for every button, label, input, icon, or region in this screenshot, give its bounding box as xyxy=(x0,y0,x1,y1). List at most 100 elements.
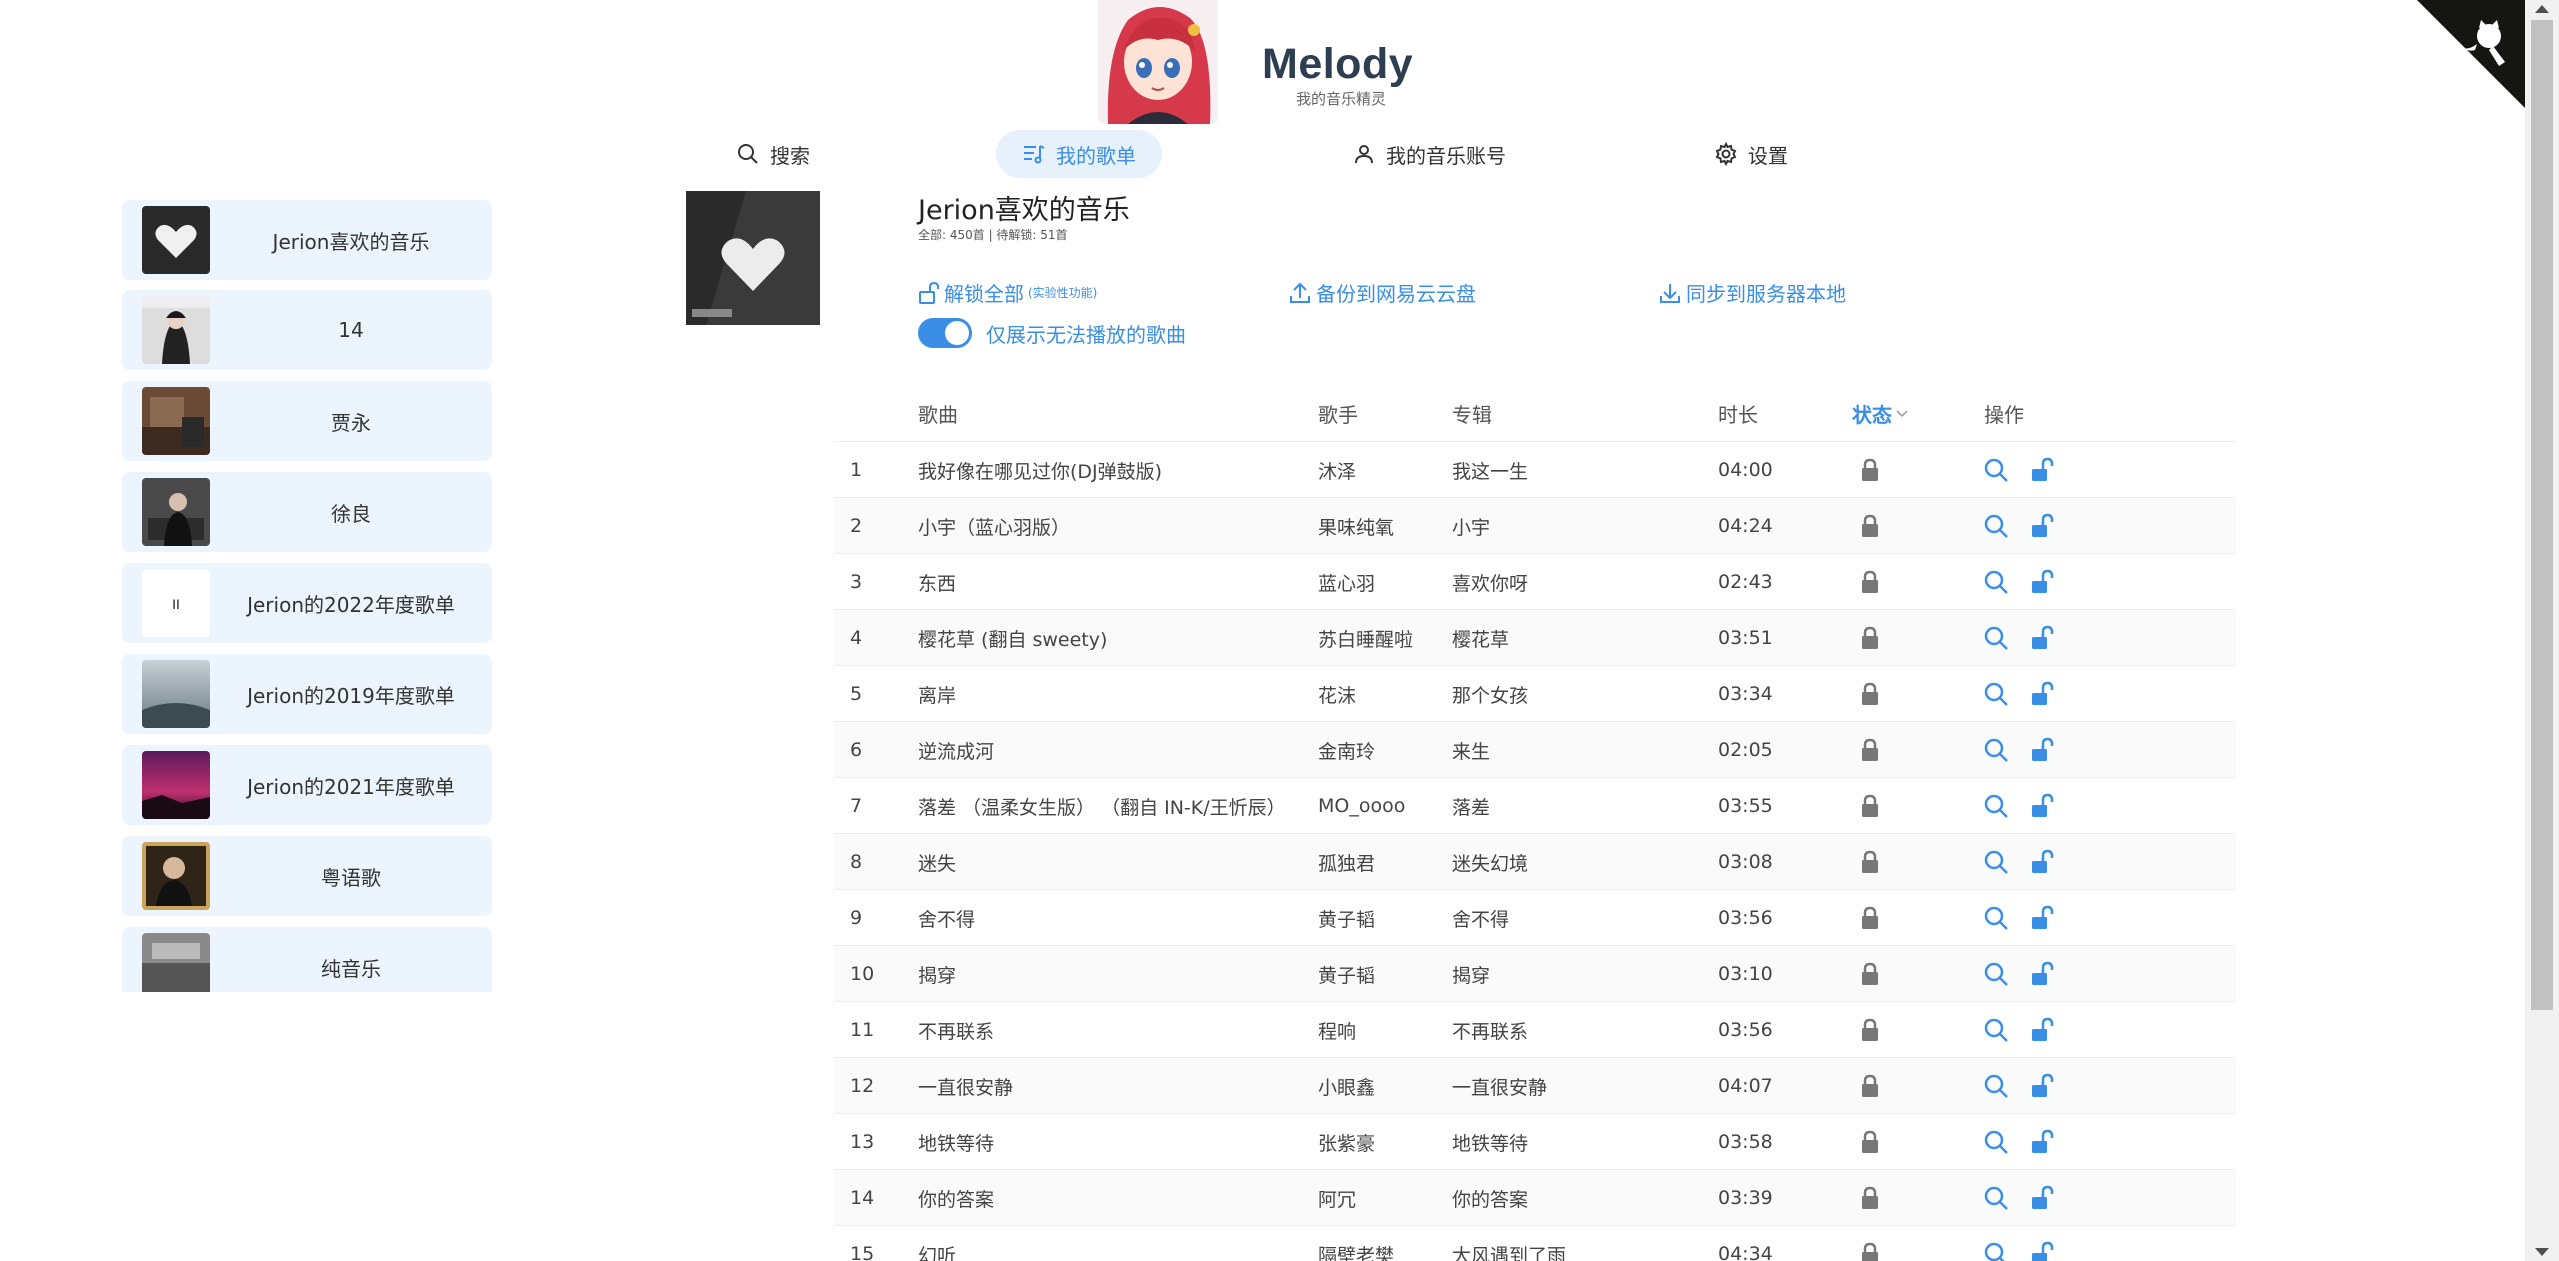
unlock-song-button[interactable] xyxy=(2028,1016,2056,1044)
scroll-down-arrow[interactable] xyxy=(2535,1248,2549,1256)
search-song-button[interactable] xyxy=(1982,624,2010,652)
table-row: 14 你的答案 阿冗 你的答案 03:39 xyxy=(834,1170,2236,1226)
row-actions xyxy=(1982,442,2056,498)
scroll-up-arrow[interactable] xyxy=(2535,5,2549,13)
row-index: 13 xyxy=(850,1131,875,1153)
unlock-song-button[interactable] xyxy=(2028,1240,2056,1261)
row-actions xyxy=(1982,722,2056,778)
unlock-song-button[interactable] xyxy=(2028,848,2056,876)
unlock-all-button[interactable]: 解锁全部 (实验性功能) xyxy=(918,278,1097,307)
unplayable-only-toggle[interactable] xyxy=(918,318,972,348)
playlist-name: Jerion喜欢的音乐 xyxy=(272,229,430,254)
song-title: 地铁等待 xyxy=(918,1132,995,1155)
row-actions xyxy=(1982,498,2056,554)
sync-server-button[interactable]: 同步到服务器本地 xyxy=(1658,278,1846,307)
sidebar-playlist-item[interactable]: 粤语歌 xyxy=(122,836,492,916)
playlist-thumbnail xyxy=(142,842,210,910)
backup-netease-button[interactable]: 备份到网易云云盘 xyxy=(1288,278,1476,307)
search-song-button[interactable] xyxy=(1982,568,2010,596)
unlock-song-button[interactable] xyxy=(2028,456,2056,484)
unlock-song-button[interactable] xyxy=(2028,1184,2056,1212)
table-row: 4 樱花草 (翻自 sweety) 苏白睡醒啦 樱花草 03:51 xyxy=(834,610,2236,666)
upload-icon xyxy=(1290,282,1310,303)
nav-my-playlists[interactable]: 我的歌单 xyxy=(996,130,1162,178)
unlock-song-button[interactable] xyxy=(2028,624,2056,652)
search-song-button[interactable] xyxy=(1982,960,2010,988)
unlock-song-button[interactable] xyxy=(2028,680,2056,708)
search-song-button[interactable] xyxy=(1982,680,2010,708)
search-song-button[interactable] xyxy=(1982,512,2010,540)
playlist-title: Jerion喜欢的音乐 xyxy=(918,195,1130,226)
row-index: 4 xyxy=(850,627,863,649)
row-actions xyxy=(1982,1058,2056,1114)
search-song-button[interactable] xyxy=(1982,848,2010,876)
row-actions xyxy=(1982,554,2056,610)
nav-search[interactable]: 搜索 xyxy=(710,130,836,178)
playlist-name: 14 xyxy=(338,318,364,342)
search-song-button[interactable] xyxy=(1982,456,2010,484)
song-duration: 04:07 xyxy=(1718,1075,1773,1097)
playlist-name: 贾永 xyxy=(331,410,371,435)
row-actions xyxy=(1982,778,2056,834)
search-song-button[interactable] xyxy=(1982,736,2010,764)
song-title: 一直很安静 xyxy=(918,1076,1014,1099)
lock-status xyxy=(1856,1058,1884,1114)
backup-netease-label: 备份到网易云云盘 xyxy=(1316,282,1476,306)
search-song-button[interactable] xyxy=(1982,792,2010,820)
unlock-song-button[interactable] xyxy=(2028,904,2056,932)
col-status-sort[interactable]: 状态 xyxy=(1852,384,1910,442)
song-artist: 花沫 xyxy=(1318,684,1357,707)
song-artist: 黄子韬 xyxy=(1318,908,1376,931)
playlist-name: Jerion的2021年度歌单 xyxy=(247,774,455,799)
playlist-thumbnail xyxy=(142,933,210,992)
table-body: 1 我好像在哪见过你(DJ弹鼓版) 沐泽 我这一生 04:00 2 小宇（蓝心羽版） 果味纯氧… xyxy=(834,442,2236,1261)
table-row: 11 不再联系 程响 不再联系 03:56 xyxy=(834,1002,2236,1058)
scroll-thumb[interactable] xyxy=(2531,20,2553,1010)
lock-icon xyxy=(1856,512,1884,540)
row-actions xyxy=(1982,666,2056,722)
search-song-button[interactable] xyxy=(1982,1072,2010,1100)
lock-icon xyxy=(1856,848,1884,876)
sidebar-playlist-item[interactable]: 贾永 xyxy=(122,381,492,461)
page-scrollbar[interactable] xyxy=(2525,0,2559,1261)
sidebar-playlist-item[interactable]: 14 xyxy=(122,290,492,370)
nav-settings-label: 设置 xyxy=(1748,143,1788,168)
playlist-cover xyxy=(686,191,820,325)
unlock-icon xyxy=(919,281,939,304)
table-row: 2 小宇（蓝心羽版） 果味纯氧 小宇 04:24 xyxy=(834,498,2236,554)
sidebar-playlist-item[interactable]: II Jerion的2022年度歌单 xyxy=(122,563,492,643)
sidebar-playlist-item[interactable]: 徐良 xyxy=(122,472,492,552)
sidebar-playlist-item[interactable]: Jerion的2019年度歌单 xyxy=(122,654,492,734)
unlock-song-button[interactable] xyxy=(2028,1072,2056,1100)
playlist-name: 徐良 xyxy=(331,501,371,526)
search-song-button[interactable] xyxy=(1982,1184,2010,1212)
unlock-song-button[interactable] xyxy=(2028,568,2056,596)
song-duration: 02:05 xyxy=(1718,739,1773,761)
lock-status xyxy=(1856,1170,1884,1226)
unlock-song-button[interactable] xyxy=(2028,512,2056,540)
unlock-song-button[interactable] xyxy=(2028,1128,2056,1156)
nav-settings[interactable]: 设置 xyxy=(1688,130,1814,178)
unlock-song-button[interactable] xyxy=(2028,792,2056,820)
song-duration: 04:24 xyxy=(1718,515,1773,537)
playlist-thumbnail xyxy=(142,387,210,455)
search-song-button[interactable] xyxy=(1982,1016,2010,1044)
table-row: 5 离岸 花沫 那个女孩 03:34 xyxy=(834,666,2236,722)
sidebar-playlist-item[interactable]: Jerion的2021年度歌单 xyxy=(122,745,492,825)
search-song-button[interactable] xyxy=(1982,1128,2010,1156)
github-corner-link[interactable] xyxy=(2417,0,2525,108)
song-duration: 04:00 xyxy=(1718,459,1773,481)
search-song-button[interactable] xyxy=(1982,904,2010,932)
sidebar-playlist-item[interactable]: 纯音乐 xyxy=(122,927,492,992)
nav-my-account[interactable]: 我的音乐账号 xyxy=(1326,130,1532,178)
unlock-song-button[interactable] xyxy=(2028,736,2056,764)
search-song-button[interactable] xyxy=(1982,1240,2010,1261)
sidebar-playlist-item[interactable]: Jerion喜欢的音乐 xyxy=(122,200,492,280)
row-actions xyxy=(1982,1114,2056,1170)
song-title: 樱花草 (翻自 sweety) xyxy=(918,628,1108,651)
unlock-song-button[interactable] xyxy=(2028,960,2056,988)
col-ops: 操作 xyxy=(1984,402,2024,427)
lock-icon xyxy=(1856,1128,1884,1156)
song-duration: 04:34 xyxy=(1718,1243,1773,1261)
song-duration: 03:55 xyxy=(1718,795,1773,817)
